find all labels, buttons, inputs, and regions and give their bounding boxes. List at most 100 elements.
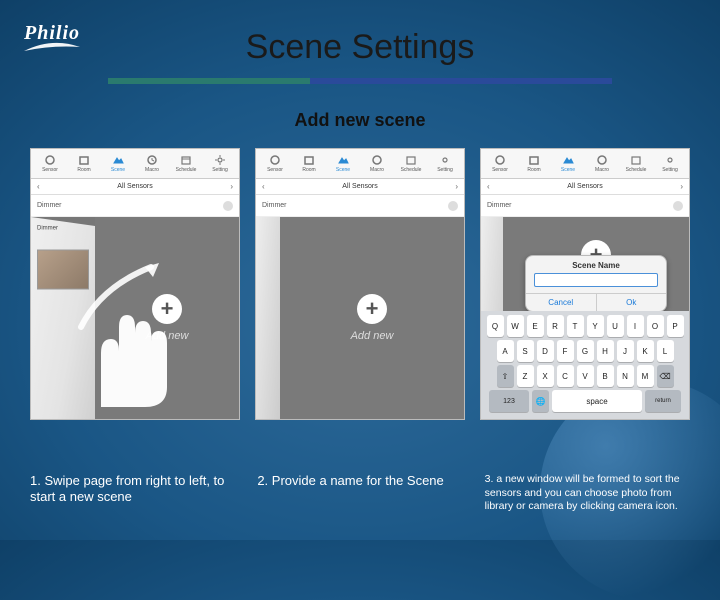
screenshot-3: Sensor Room Scene Macro Schedule Setting… — [480, 148, 690, 420]
key[interactable]: K — [637, 340, 654, 362]
prev-scene-label: Dimmer — [37, 225, 58, 231]
tab-scene[interactable]: Scene — [104, 154, 132, 173]
tab-room[interactable]: Room — [70, 154, 98, 173]
key[interactable]: R — [547, 315, 564, 337]
device-row[interactable]: Dimmer — [481, 195, 689, 217]
globe-key[interactable]: 🌐 — [532, 390, 549, 412]
tab-setting-label: Setting — [212, 167, 228, 173]
tab-schedule[interactable]: Schedule — [622, 154, 650, 173]
device-row-title: Dimmer — [37, 202, 62, 209]
key[interactable]: B — [597, 365, 614, 387]
key[interactable]: S — [517, 340, 534, 362]
onscreen-keyboard[interactable]: Q W E R T Y U I O P A S D F G H — [481, 311, 689, 419]
tab-macro[interactable]: Macro — [138, 154, 166, 173]
caption-2: 2. Provide a name for the Scene — [257, 473, 462, 514]
key[interactable]: N — [617, 365, 634, 387]
chevron-right-icon: › — [230, 182, 233, 191]
backspace-key[interactable]: ⌫ — [657, 365, 674, 387]
key[interactable]: F — [557, 340, 574, 362]
tab-sensor-label: Sensor — [42, 167, 58, 173]
page-title: Scene Settings — [0, 28, 720, 67]
scene-name-input[interactable] — [534, 273, 658, 287]
return-key[interactable]: return — [645, 390, 681, 412]
tab-setting[interactable]: Setting — [656, 154, 684, 173]
key[interactable]: W — [507, 315, 524, 337]
screenshot-row: Sensor Room Scene Macro Schedule Setting… — [30, 148, 690, 420]
caption-1: 1. Swipe page from right to left, to sta… — [30, 473, 235, 514]
tab-scene[interactable]: Scene — [329, 154, 357, 173]
key[interactable]: T — [567, 315, 584, 337]
captions-row: 1. Swipe page from right to left, to sta… — [30, 473, 690, 514]
filter-label: All Sensors — [117, 183, 152, 190]
key-row-2: A S D F G H J K L — [484, 340, 686, 362]
chevron-right-icon: › — [455, 182, 458, 191]
key[interactable]: P — [667, 315, 684, 337]
tab-schedule-label: Schedule — [176, 167, 197, 173]
screenshot-1: Sensor Room Scene Macro Schedule Setting… — [30, 148, 240, 420]
screenshot-2: Sensor Room Scene Macro Schedule Setting… — [255, 148, 465, 420]
key[interactable]: U — [607, 315, 624, 337]
chevron-left-icon: ‹ — [262, 182, 265, 191]
ok-button[interactable]: Ok — [597, 294, 667, 311]
key[interactable]: H — [597, 340, 614, 362]
tab-setting[interactable]: Setting — [431, 154, 459, 173]
shift-key[interactable]: ⇧ — [497, 365, 514, 387]
key[interactable]: Z — [517, 365, 534, 387]
page-subtitle: Add new scene — [0, 110, 720, 131]
cancel-button[interactable]: Cancel — [526, 294, 597, 311]
title-underline — [108, 78, 612, 84]
numbers-key[interactable]: 123 — [489, 390, 529, 412]
key[interactable]: I — [627, 315, 644, 337]
app-toolbar: Sensor Room Scene Macro Schedule Setting — [256, 149, 464, 179]
key[interactable]: D — [537, 340, 554, 362]
app-toolbar: Sensor Room Scene Macro Schedule Setting — [481, 149, 689, 179]
chevron-left-icon: ‹ — [37, 182, 40, 191]
tab-scene-label: Scene — [111, 167, 125, 173]
scene-panel[interactable]: + Add new — [256, 217, 464, 419]
tab-room[interactable]: Room — [295, 154, 323, 173]
device-row-indicator — [223, 201, 233, 211]
filter-bar[interactable]: ‹ All Sensors › — [256, 179, 464, 195]
key[interactable]: Y — [587, 315, 604, 337]
device-row[interactable]: Dimmer — [31, 195, 239, 217]
tab-sensor[interactable]: Sensor — [36, 154, 64, 173]
dialog-title: Scene Name — [526, 256, 666, 273]
key[interactable]: O — [647, 315, 664, 337]
scene-name-dialog: Scene Name Cancel Ok — [525, 255, 667, 312]
key[interactable]: E — [527, 315, 544, 337]
key-row-4: 123 🌐 space return — [484, 390, 686, 412]
filter-bar[interactable]: ‹ All Sensors › — [31, 179, 239, 195]
key[interactable]: A — [497, 340, 514, 362]
key-row-1: Q W E R T Y U I O P — [484, 315, 686, 337]
key[interactable]: X — [537, 365, 554, 387]
tab-sensor[interactable]: Sensor — [261, 154, 289, 173]
add-label: Add new — [351, 330, 394, 342]
key[interactable]: Q — [487, 315, 504, 337]
key-row-3: ⇧ Z X C V B N M ⌫ — [484, 365, 686, 387]
tab-sensor[interactable]: Sensor — [486, 154, 514, 173]
key[interactable]: L — [657, 340, 674, 362]
tab-macro[interactable]: Macro — [588, 154, 616, 173]
tab-schedule[interactable]: Schedule — [397, 154, 425, 173]
add-icon[interactable]: + — [357, 294, 387, 324]
key[interactable]: C — [557, 365, 574, 387]
scene-panel: + Add new Scene Name Cancel Ok Q W E R T — [481, 217, 689, 419]
tab-schedule[interactable]: Schedule — [172, 154, 200, 173]
tab-macro[interactable]: Macro — [363, 154, 391, 173]
new-scene-page[interactable]: + Add new — [280, 217, 464, 419]
space-key[interactable]: space — [552, 390, 642, 412]
caption-3: 3. a new window will be formed to sort t… — [485, 473, 690, 514]
key[interactable]: M — [637, 365, 654, 387]
device-row[interactable]: Dimmer — [256, 195, 464, 217]
filter-bar[interactable]: ‹ All Sensors › — [481, 179, 689, 195]
tab-setting[interactable]: Setting — [206, 154, 234, 173]
tab-scene[interactable]: Scene — [554, 154, 582, 173]
tab-macro-label: Macro — [145, 167, 159, 173]
previous-page-sliver — [256, 217, 280, 419]
key[interactable]: V — [577, 365, 594, 387]
app-toolbar: Sensor Room Scene Macro Schedule Setting — [31, 149, 239, 179]
key[interactable]: G — [577, 340, 594, 362]
scene-panel[interactable]: Dimmer + Add new — [31, 217, 239, 419]
key[interactable]: J — [617, 340, 634, 362]
tab-room[interactable]: Room — [520, 154, 548, 173]
